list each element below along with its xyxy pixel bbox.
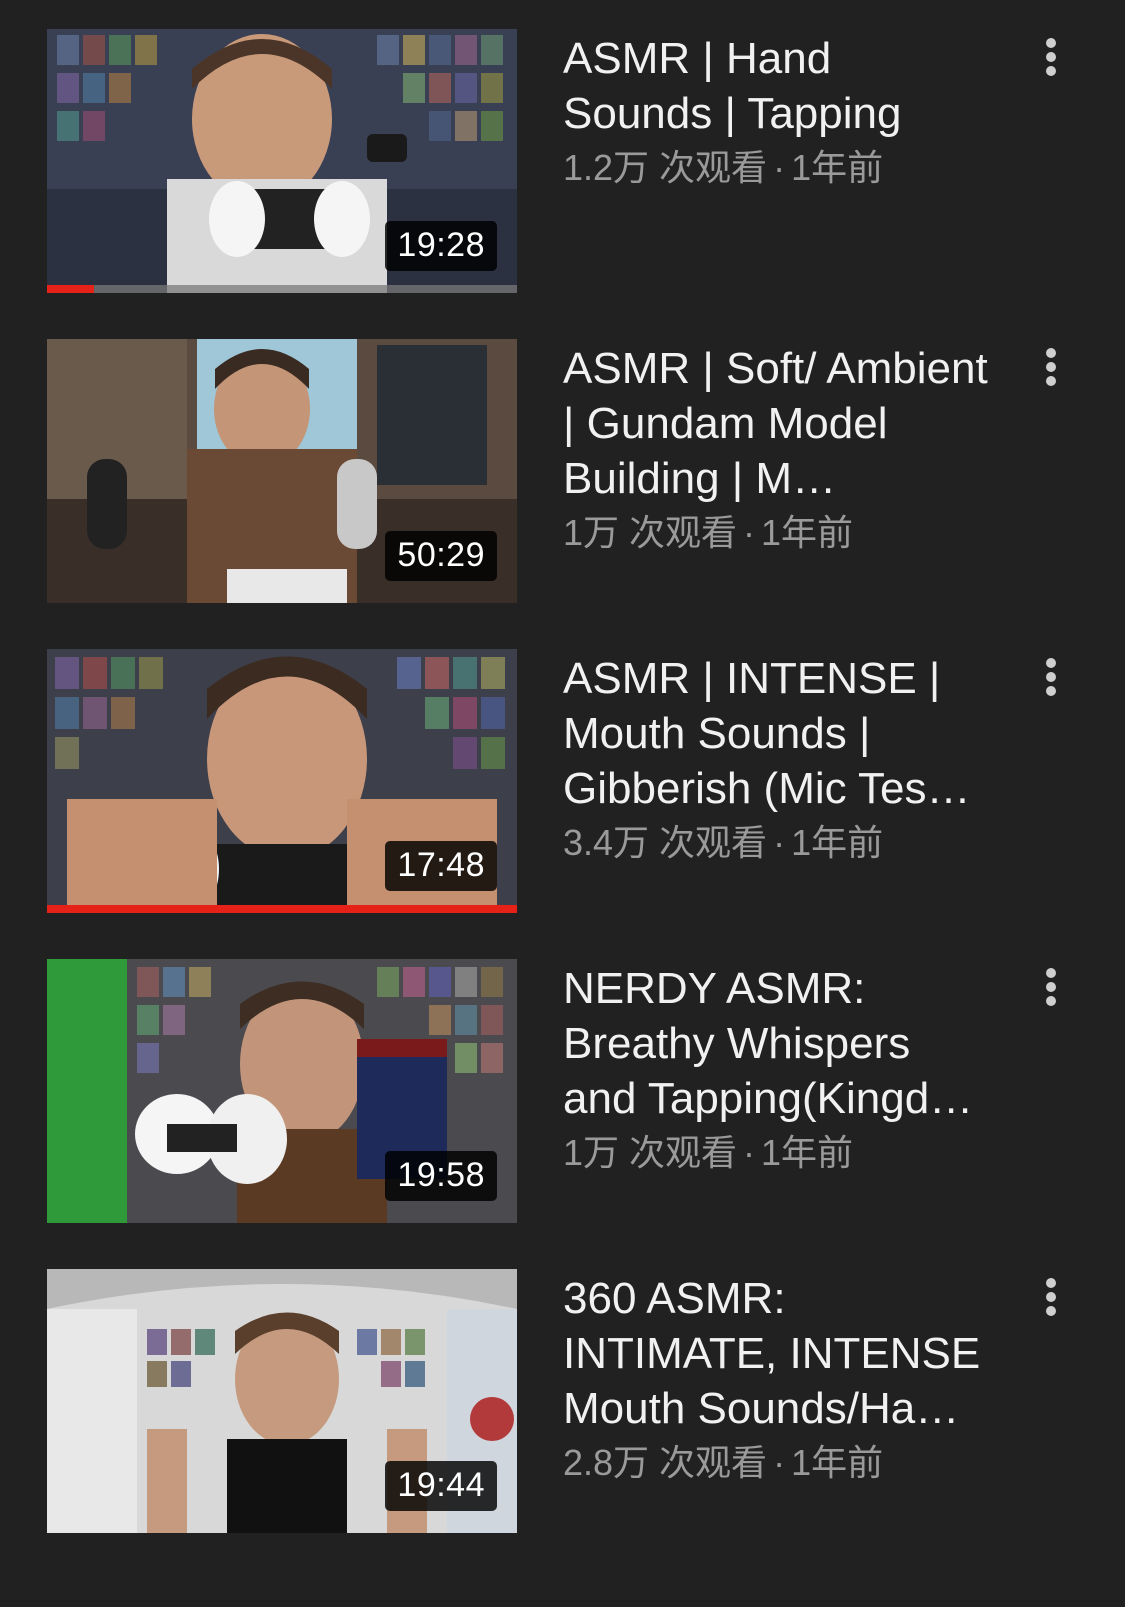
view-count: 2.8万 次观看 <box>563 1442 768 1483</box>
video-meta: 2.8万 次观看 · 1年前 <box>563 1441 883 1485</box>
upload-age: 1年前 <box>791 1442 884 1483</box>
view-count: 1万 次观看 <box>563 1132 738 1173</box>
meta-separator: · <box>773 1442 786 1483</box>
watch-progress-fill <box>47 905 517 913</box>
view-count: 3.4万 次观看 <box>563 822 768 863</box>
video-duration: 19:28 <box>385 221 497 271</box>
more-options-icon[interactable] <box>1032 654 1072 700</box>
video-title[interactable]: ASMR | INTENSE | Mouth Sounds | Gibberis… <box>563 651 988 816</box>
video-title[interactable]: NERDY ASMR: Breathy Whispers and Tapping… <box>563 961 988 1126</box>
video-thumbnail[interactable]: 19:28 <box>47 29 517 293</box>
video-meta: 1.2万 次观看 · 1年前 <box>563 146 883 190</box>
more-options-icon[interactable] <box>1032 34 1072 80</box>
view-count: 1.2万 次观看 <box>563 147 768 188</box>
meta-separator: · <box>773 147 786 188</box>
video-duration: 17:48 <box>385 841 497 891</box>
upload-age: 1年前 <box>761 512 854 553</box>
video-item[interactable]: 19:58 NERDY ASMR: Breathy Whispers and T… <box>0 930 1125 1223</box>
video-title[interactable]: ASMR | Hand Sounds | Tapping <box>563 31 988 141</box>
video-list: 19:28 ASMR | Hand Sounds | Tapping 1.2万 … <box>0 0 1125 1607</box>
view-count: 1万 次观看 <box>563 512 738 553</box>
video-meta: 1万 次观看 · 1年前 <box>563 511 853 555</box>
video-item[interactable]: 19:28 ASMR | Hand Sounds | Tapping 1.2万 … <box>0 0 1125 293</box>
video-thumbnail[interactable]: 50:29 <box>47 339 517 603</box>
more-options-icon[interactable] <box>1032 964 1072 1010</box>
video-thumbnail[interactable]: 19:58 <box>47 959 517 1223</box>
meta-separator: · <box>743 512 756 553</box>
video-thumbnail[interactable]: 19:44 <box>47 1269 517 1533</box>
video-duration: 19:44 <box>385 1461 497 1511</box>
meta-separator: · <box>743 1132 756 1173</box>
upload-age: 1年前 <box>791 822 884 863</box>
watch-progress-fill <box>47 285 94 293</box>
video-item[interactable]: 19:44 360 ASMR: INTIMATE, INTENSE Mouth … <box>0 1240 1125 1533</box>
video-title[interactable]: ASMR | Soft/ Ambient | Gundam Model Buil… <box>563 341 988 506</box>
more-options-icon[interactable] <box>1032 1274 1072 1320</box>
video-thumbnail[interactable]: 17:48 <box>47 649 517 913</box>
watch-progress-bar <box>47 905 517 913</box>
upload-age: 1年前 <box>791 147 884 188</box>
watch-progress-bar <box>47 285 517 293</box>
meta-separator: · <box>773 822 786 863</box>
video-meta: 3.4万 次观看 · 1年前 <box>563 821 883 865</box>
video-meta: 1万 次观看 · 1年前 <box>563 1131 853 1175</box>
video-item[interactable]: 17:48 ASMR | INTENSE | Mouth Sounds | Gi… <box>0 620 1125 913</box>
video-duration: 19:58 <box>385 1151 497 1201</box>
video-item[interactable]: 50:29 ASMR | Soft/ Ambient | Gundam Mode… <box>0 310 1125 603</box>
upload-age: 1年前 <box>761 1132 854 1173</box>
video-title[interactable]: 360 ASMR: INTIMATE, INTENSE Mouth Sounds… <box>563 1271 988 1436</box>
video-duration: 50:29 <box>385 531 497 581</box>
more-options-icon[interactable] <box>1032 344 1072 390</box>
